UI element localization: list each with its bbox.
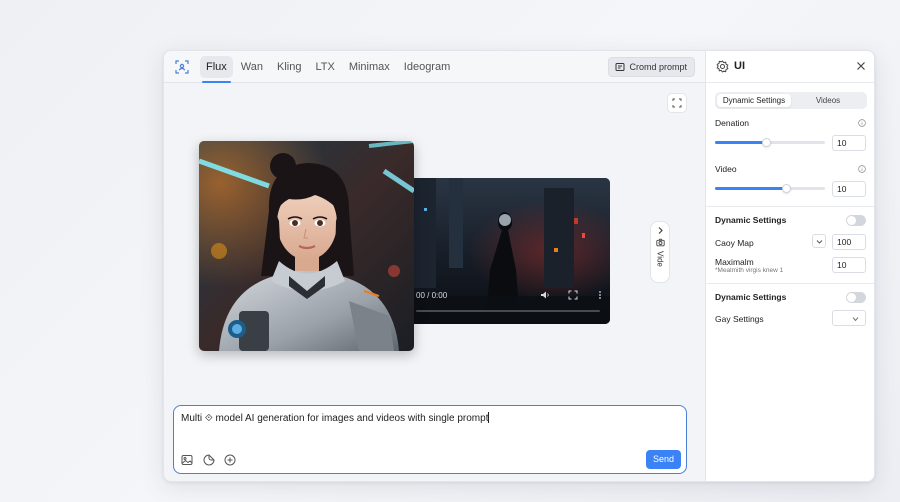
caoy-map-value[interactable]: 100 bbox=[832, 234, 866, 250]
chevron-right-icon[interactable] bbox=[656, 226, 665, 235]
info-icon[interactable] bbox=[858, 165, 866, 173]
dynamic-settings-title-2: Dynamic Settings bbox=[715, 292, 787, 302]
gay-settings-label: Gay Settings bbox=[715, 314, 764, 324]
settings-panel: UI Dynamic Settings Videos Denation 10 V… bbox=[705, 51, 874, 481]
crop-icon bbox=[672, 98, 682, 108]
model-tab-bar: Flux Wan Kling LTX Minimax Ideogram Crom… bbox=[164, 51, 705, 83]
divider bbox=[706, 283, 874, 284]
video-slider-knob[interactable] bbox=[782, 184, 791, 193]
denation-label: Denation bbox=[715, 118, 750, 128]
app-window: Flux Wan Kling LTX Minimax Ideogram Crom… bbox=[163, 50, 875, 482]
dynamic-settings-toggle[interactable] bbox=[846, 215, 866, 226]
tab-ltx[interactable]: LTX bbox=[309, 56, 340, 78]
dynamic-settings-title: Dynamic Settings bbox=[715, 215, 787, 225]
side-toolbar: Vide bbox=[650, 221, 670, 283]
generated-image[interactable] bbox=[199, 141, 414, 351]
scan-icon[interactable] bbox=[175, 60, 189, 74]
fullscreen-icon[interactable] bbox=[568, 290, 578, 300]
add-circle-icon[interactable] bbox=[224, 454, 236, 466]
tab-minimax[interactable]: Minimax bbox=[343, 56, 396, 78]
send-button[interactable]: Send bbox=[646, 450, 681, 469]
prompt-icon bbox=[615, 63, 625, 71]
tab-kling[interactable]: Kling bbox=[271, 56, 307, 78]
camera-icon[interactable] bbox=[655, 238, 665, 247]
video-value[interactable]: 10 bbox=[832, 181, 866, 197]
video-progress-bar[interactable] bbox=[416, 310, 600, 312]
volume-icon[interactable] bbox=[540, 290, 550, 300]
segment-dynamic-settings[interactable]: Dynamic Settings bbox=[717, 94, 791, 107]
chevron-down-icon bbox=[852, 317, 859, 322]
main-area: Flux Wan Kling LTX Minimax Ideogram Crom… bbox=[164, 51, 705, 481]
video-label[interactable]: Vide bbox=[656, 251, 665, 267]
denation-slider-fill bbox=[715, 141, 767, 144]
model-tabs: Flux Wan Kling LTX Minimax Ideogram bbox=[200, 56, 456, 83]
panel-header: UI bbox=[706, 51, 874, 83]
panel-title: UI bbox=[734, 60, 745, 72]
maximalm-hint: *Mealmith virgis knew 1 bbox=[715, 267, 784, 274]
prompt-text: Multi ⟐ model AI generation for images a… bbox=[181, 413, 489, 424]
info-icon[interactable] bbox=[858, 119, 866, 127]
dynamic-settings-toggle-2[interactable] bbox=[846, 292, 866, 303]
tab-flux[interactable]: Flux bbox=[200, 56, 233, 83]
divider bbox=[706, 206, 874, 207]
prompt-button-label: Cromd prompt bbox=[629, 62, 687, 72]
image-icon[interactable] bbox=[181, 454, 193, 466]
close-icon[interactable] bbox=[856, 61, 866, 71]
portrait-image bbox=[199, 141, 414, 351]
gear-icon bbox=[716, 60, 729, 73]
tab-ideogram[interactable]: Ideogram bbox=[398, 56, 456, 78]
maximalm-value[interactable]: 10 bbox=[832, 257, 866, 273]
gay-settings-select[interactable] bbox=[832, 310, 866, 326]
more-options-icon[interactable] bbox=[595, 290, 605, 300]
denation-slider-knob[interactable] bbox=[762, 138, 772, 147]
maximalm-label: Maximalm bbox=[715, 257, 754, 267]
chevron-down-icon bbox=[816, 239, 822, 244]
caoy-map-label: Caoy Map bbox=[715, 238, 754, 248]
denation-value[interactable]: 10 bbox=[832, 135, 866, 151]
prompt-input[interactable]: Multi ⟐ model AI generation for images a… bbox=[181, 412, 490, 424]
caoy-map-dropdown[interactable] bbox=[812, 234, 826, 248]
denation-slider[interactable] bbox=[715, 138, 825, 147]
tab-wan[interactable]: Wan bbox=[235, 56, 269, 78]
prompt-composer[interactable]: Multi ⟐ model AI generation for images a… bbox=[173, 405, 687, 474]
settings-segmented-control: Dynamic Settings Videos bbox=[715, 92, 867, 109]
segment-videos[interactable]: Videos bbox=[791, 94, 865, 107]
video-time: 00 / 0:00 bbox=[416, 291, 448, 300]
crop-button[interactable] bbox=[667, 93, 687, 113]
sticker-icon[interactable] bbox=[203, 454, 215, 466]
video-slider[interactable] bbox=[715, 184, 825, 193]
video-slider-fill bbox=[715, 187, 787, 190]
prompt-button[interactable]: Cromd prompt bbox=[608, 57, 695, 77]
text-caret bbox=[488, 412, 490, 423]
video-setting-label: Video bbox=[715, 164, 737, 174]
